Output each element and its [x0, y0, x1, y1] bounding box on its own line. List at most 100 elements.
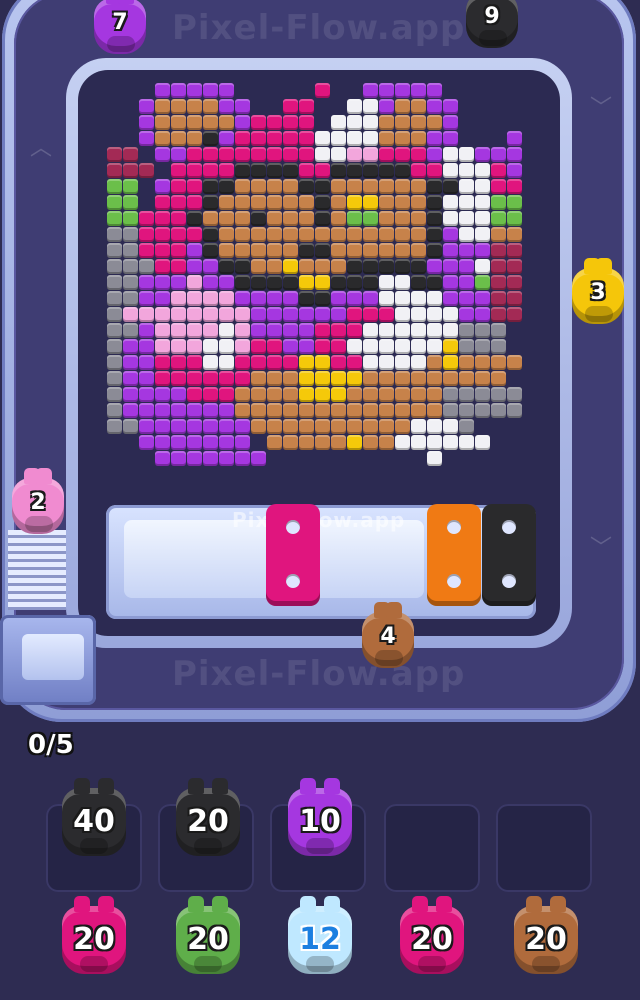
pixel-cell [378, 114, 394, 130]
pixel-cell [394, 370, 410, 386]
pixel-cell [314, 194, 330, 210]
pixel-cell [234, 434, 250, 450]
pixel-cell [218, 290, 234, 306]
chevron-down-icon: ﹀ [590, 536, 613, 561]
pixel-cell [138, 290, 154, 306]
pixel-cell [426, 226, 442, 242]
pixel-cell [474, 258, 490, 274]
pixel-cell [362, 178, 378, 194]
pixel-cell [282, 162, 298, 178]
pixel-cell [458, 322, 474, 338]
pixel-cell [442, 402, 458, 418]
pixel-cell [410, 114, 426, 130]
queue-pig[interactable]: 20 [176, 896, 240, 974]
pixel-cell [490, 258, 506, 274]
pixel-cell [330, 130, 346, 146]
pixel-cell [330, 402, 346, 418]
pixel-cell [250, 322, 266, 338]
pixel-cell [458, 338, 474, 354]
queue-pig[interactable]: 20 [400, 896, 464, 974]
pixel-cell [299, 451, 314, 466]
pixel-cell [106, 338, 122, 354]
pixel-cell [186, 338, 202, 354]
pixel-cell [282, 194, 298, 210]
pixel-cell [410, 370, 426, 386]
pixel-cell [330, 290, 346, 306]
queue-pig[interactable]: 10 [288, 778, 352, 856]
pixel-cell [186, 130, 202, 146]
orange-holder[interactable] [427, 504, 481, 606]
pixel-cell [442, 306, 458, 322]
pixel-cell [298, 114, 314, 130]
pixel-cell [523, 387, 538, 402]
pixel-cell [266, 386, 282, 402]
pixel-cell [170, 434, 186, 450]
pixel-cell [507, 419, 522, 434]
pig-on-track[interactable]: 7 [94, 0, 146, 54]
pixel-cell [266, 306, 282, 322]
pixel-cell [331, 451, 346, 466]
pixel-cell [458, 354, 474, 370]
black-holder[interactable] [482, 504, 536, 606]
queue-pig[interactable]: 20 [62, 896, 126, 974]
pixel-cell [410, 258, 426, 274]
pixel-cell [282, 306, 298, 322]
pixel-cell [106, 402, 122, 418]
pixel-cell [315, 99, 330, 114]
pig-on-track[interactable]: 9 [466, 0, 518, 48]
pixel-cell [138, 130, 154, 146]
pixel-cell [202, 162, 218, 178]
pixel-cell [330, 146, 346, 162]
pixel-cell [330, 322, 346, 338]
pixel-cell [426, 242, 442, 258]
pixel-cell [202, 450, 218, 466]
queue-pig-frozen[interactable]: 12 [288, 896, 352, 974]
pixel-cell [346, 210, 362, 226]
pixel-cell [507, 99, 522, 114]
pixel-cell [442, 130, 458, 146]
pixel-cell [442, 226, 458, 242]
pixel-cell [298, 98, 314, 114]
pixel-cell [138, 306, 154, 322]
pixel-cell [507, 323, 522, 338]
pixel-cell [442, 162, 458, 178]
queue-pig[interactable]: 20 [514, 896, 578, 974]
pixel-cell [170, 130, 186, 146]
pixel-cell [426, 98, 442, 114]
pixel-cell [443, 451, 458, 466]
pixel-cell [362, 114, 378, 130]
pixel-cell [202, 130, 218, 146]
pixel-cell [138, 434, 154, 450]
pixel-cell [394, 210, 410, 226]
pixel-cell [523, 451, 538, 466]
pixel-cell [266, 162, 282, 178]
pig-on-track[interactable]: 4 [362, 602, 414, 668]
pixel-cell [410, 194, 426, 210]
magenta-holder[interactable] [266, 504, 320, 606]
pixel-cell [474, 354, 490, 370]
pixel-cell [123, 435, 138, 450]
pixel-cell [378, 386, 394, 402]
pixel-cell [346, 402, 362, 418]
pixel-cell [235, 83, 250, 98]
pixel-cell [378, 130, 394, 146]
pixel-cell [139, 147, 154, 162]
pixel-cell [475, 131, 490, 146]
pixel-cell [410, 386, 426, 402]
pixel-cell [250, 386, 266, 402]
pixel-cell [426, 338, 442, 354]
pixel-cell [123, 115, 138, 130]
pixel-cell [378, 306, 394, 322]
pixel-cell [330, 178, 346, 194]
queue-pig[interactable]: 40 [62, 778, 126, 856]
pig-on-track[interactable]: 2 [12, 468, 64, 534]
pixel-cell [107, 131, 122, 146]
pixel-cell [426, 386, 442, 402]
pig-on-track[interactable]: 3 [572, 258, 624, 324]
pixel-cell [506, 242, 522, 258]
pixel-cell [139, 83, 154, 98]
pixel-cell [362, 274, 378, 290]
pixel-cell [283, 83, 298, 98]
queue-pig[interactable]: 20 [176, 778, 240, 856]
pixel-cell [250, 162, 266, 178]
